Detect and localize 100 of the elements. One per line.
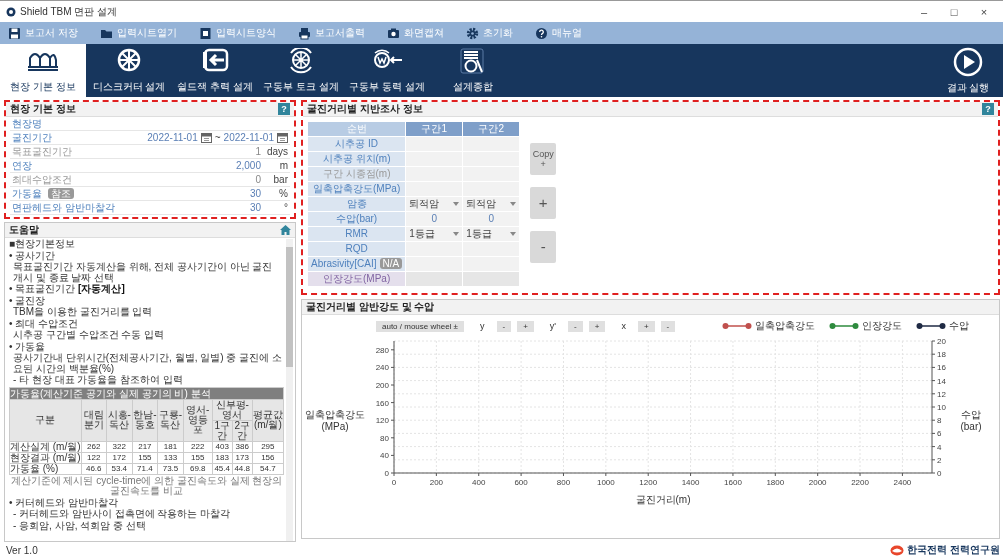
table-cell [463,272,520,286]
table-cell: 183 [212,452,233,463]
table-cell: 54.7 [252,463,284,474]
table-cell[interactable] [406,182,463,196]
legend-label: 인장강도 [862,319,902,333]
axis-name: x [621,321,626,331]
nav-tab[interactable]: 현장 기본 정보 [0,44,86,97]
help-text: 시추공 구간별 수압조건 수동 입력 [12,330,166,341]
row-header: RMR [308,227,406,241]
gear-icon [465,26,479,40]
tick-label: 16 [937,363,946,373]
nav-tab[interactable]: 쉴드잭 추력 설계 [172,44,258,97]
chart-control-button[interactable]: - [568,320,583,332]
version-label: Ver 1.0 [5,545,39,557]
row-header: 수압(bar) [308,212,406,226]
caret-icon [510,232,517,236]
panel-title: 도움말 [9,223,39,237]
chart-control-button[interactable]: - [660,320,676,332]
help-text: 공사기간내 단위시간(전체공사기간, 월별, 일별) 중 굴진에 소요된 시간의 백분율(%) [12,353,283,374]
panel-title: 현장 기본 정보 [10,102,76,116]
scrollbar[interactable] [286,239,293,541]
table-cell: 173 [232,452,253,463]
nav-tab[interactable]: 구동부 동력 설계 [344,44,430,97]
app-icon [6,6,16,17]
table-cell[interactable]: 0 [463,212,520,226]
tick-label: 2 [937,455,942,465]
chart-control-button[interactable]: + [588,320,606,332]
chart-control-button[interactable]: + [517,320,534,332]
nav-tab[interactable]: 설계종합 [430,44,516,97]
table-cell[interactable] [406,242,463,256]
unit-label: ° [283,202,288,213]
tick-label: 10 [937,403,946,412]
help-item-title: • 목표굴진기간 [자동계산] [9,284,126,295]
nav-tab[interactable]: 구동부 토크 설계 [258,44,344,97]
run-button[interactable]: 결과 실행 [933,44,1003,97]
field-label: 굴진기간 [12,130,52,145]
table-cell: 181 [157,441,184,452]
panel-title: 굴진거리별 지반조사 정보 [307,102,423,116]
unit-label: bar [272,174,288,185]
minimize-button[interactable]: – [911,5,937,18]
table-cell[interactable]: 0 [406,212,463,226]
help-item-title: • 공사기간 [9,250,57,261]
column-header: 구간1 [406,122,463,136]
table-cell[interactable] [406,152,463,166]
tick-label: 0 [391,478,397,487]
home-icon [280,225,291,235]
tick-label: 200 [429,478,444,487]
table-cell[interactable] [406,167,463,181]
table-cell [406,272,463,286]
table-cell: 156 [252,452,284,463]
play-icon [953,46,983,77]
nav-tab[interactable]: 디스크커터 설계 [86,44,172,97]
table-cell: 46.6 [81,463,107,474]
camera-icon [386,26,400,40]
table-cell: 155 [183,452,213,463]
tick-label: 240 [375,363,389,373]
row-header: 암종 [308,197,406,211]
table-cell: 386 [232,441,253,452]
axis-title: 수압 (bar) [959,409,983,433]
tick-label: 1800 [766,478,785,487]
table-cell[interactable] [406,137,463,151]
help-text: - 타 현장 대표 가동율을 참조하여 입력 [12,375,184,386]
input-field[interactable]: 2022-11-01 [147,132,198,143]
caret-icon [453,202,460,206]
tick-label: 1400 [681,478,700,487]
tick-label: 12 [937,389,946,399]
tick-label: 8 [937,416,942,426]
chart-control-button[interactable]: + [637,320,655,332]
input-field[interactable]: 30 [117,202,261,213]
window-title: Shield TBM 면판 설계 [20,4,119,19]
table-cell: 73.5 [157,463,184,474]
table-cell[interactable] [406,257,463,271]
tick-label: 800 [556,478,571,487]
maximize-button[interactable]: □ [941,5,967,18]
tick-label: 14 [937,376,946,386]
chart-control-button[interactable]: auto / mouse wheel ± [376,320,464,332]
tick-label: 4 [937,442,942,452]
caret-icon [453,232,460,236]
table-cell: 44.8 [232,463,253,474]
table-cell: 217 [132,441,158,452]
help-button[interactable]: ? [982,103,994,115]
help-item-title: • 가동율 [9,341,47,352]
help-button[interactable]: ? [278,103,290,115]
table-cell: 322 [106,441,133,452]
tick-label: 1000 [596,478,615,487]
table-cell: 69.8 [183,463,213,474]
input-field[interactable]: 2022-11-01 [223,132,274,143]
row-label: Abrasivity[CAI] [311,258,377,269]
close-button[interactable]: × [971,5,997,18]
table-cell[interactable] [463,137,520,151]
table-cell: 71.4 [132,463,158,474]
chart-control-button[interactable]: - [496,320,512,332]
tick-label: 400 [472,478,486,487]
legend-label: 수압 [949,319,969,333]
axis-title: 굴진거리(m) [635,494,691,505]
printer-icon [297,26,311,40]
tick-label: 280 [375,345,389,355]
input-field[interactable]: 30 [77,188,261,199]
table-cell[interactable] [463,257,520,271]
input-field[interactable]: 2,000 [35,160,261,171]
